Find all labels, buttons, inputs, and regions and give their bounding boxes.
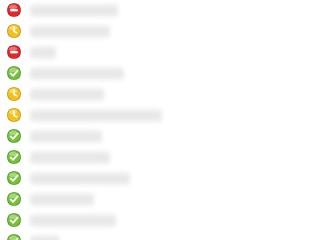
online-status-icon — [6, 128, 22, 144]
redacted-name-blur — [30, 88, 104, 101]
redacted-name-blur — [30, 193, 94, 206]
contact-row[interactable] — [0, 84, 309, 105]
busy-status-icon — [6, 2, 22, 18]
redacted-name-blur — [30, 25, 110, 38]
redacted-name-blur — [30, 235, 60, 240]
redacted-name-blur — [30, 130, 102, 143]
contact-name — [30, 126, 102, 147]
away-status-icon — [6, 23, 22, 39]
redacted-name-blur — [30, 67, 124, 80]
away-status-icon — [6, 86, 22, 102]
redacted-name-blur — [30, 214, 116, 227]
online-status-icon — [6, 212, 22, 228]
redacted-name-blur — [30, 4, 118, 17]
redacted-name-blur — [30, 109, 162, 122]
redacted-name-blur — [30, 46, 56, 59]
redacted-name-blur — [30, 151, 110, 164]
contact-name — [30, 147, 110, 168]
contact-row[interactable] — [0, 63, 309, 84]
contact-name — [30, 231, 60, 240]
away-status-icon — [6, 107, 22, 123]
online-status-icon — [6, 170, 22, 186]
contact-name — [30, 84, 104, 105]
busy-status-icon — [6, 44, 22, 60]
contact-row[interactable] — [0, 105, 309, 126]
contact-row[interactable] — [0, 21, 309, 42]
online-status-icon — [6, 191, 22, 207]
redacted-name-blur — [30, 172, 130, 185]
contact-row[interactable] — [0, 189, 309, 210]
contact-name — [30, 189, 94, 210]
online-status-icon — [6, 149, 22, 165]
contact-row[interactable] — [0, 210, 309, 231]
contact-row[interactable] — [0, 126, 309, 147]
online-status-icon — [6, 65, 22, 81]
contact-row[interactable] — [0, 231, 309, 240]
contact-name — [30, 63, 124, 84]
contact-list — [0, 0, 309, 240]
contact-name — [30, 21, 110, 42]
contact-name — [30, 210, 116, 231]
contact-row[interactable] — [0, 42, 309, 63]
contact-row[interactable] — [0, 168, 309, 189]
contact-row[interactable] — [0, 0, 309, 21]
contact-name — [30, 168, 130, 189]
contact-row[interactable] — [0, 147, 309, 168]
contact-name — [30, 105, 162, 126]
online-status-icon — [6, 233, 22, 240]
contact-name — [30, 42, 56, 63]
contact-name — [30, 0, 118, 21]
